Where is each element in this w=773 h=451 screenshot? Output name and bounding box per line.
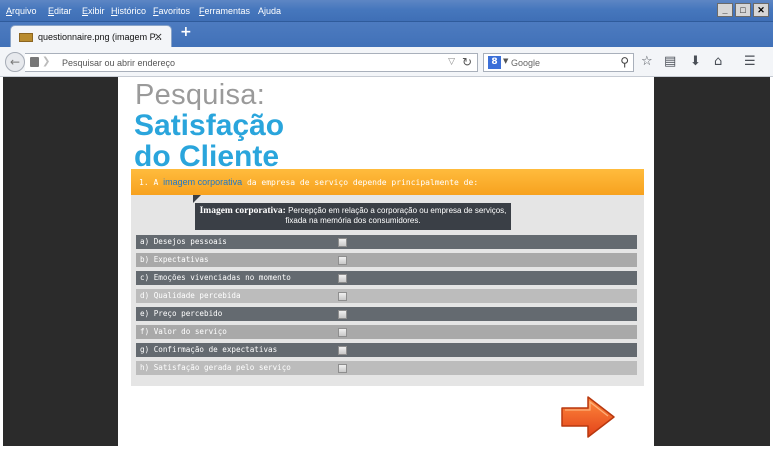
- new-tab-button[interactable]: +: [180, 24, 192, 40]
- option-label: c) Emoções vivenciadas no momento: [140, 273, 291, 282]
- option-label: d) Qualidade percebida: [140, 291, 241, 300]
- question-text: 1. A imagem corporativa da empresa de se…: [139, 177, 478, 187]
- option-checkbox[interactable]: [338, 256, 347, 265]
- option-row-g[interactable]: g) Confirmação de expectativas: [136, 343, 637, 357]
- option-row-d[interactable]: d) Qualidade percebida: [136, 289, 637, 303]
- menu-favoritos[interactable]: Favoritos: [153, 6, 190, 16]
- tab-strip: questionnaire.png (imagem P... ×: [0, 22, 773, 47]
- tab-title: questionnaire.png (imagem P...: [38, 32, 162, 42]
- menu-editar[interactable]: Editar: [48, 6, 72, 16]
- option-label: f) Valor do serviço: [140, 327, 227, 336]
- title-satisfacao: Satisfação: [134, 109, 285, 142]
- restore-button[interactable]: □: [735, 3, 751, 17]
- bookmarks-list-icon[interactable]: ▤: [664, 54, 676, 69]
- address-bar[interactable]: ❯ Pesquisar ou abrir endereço ▽ ↻: [25, 53, 478, 72]
- history-dropdown-icon[interactable]: ▽: [448, 57, 455, 67]
- option-label: b) Expectativas: [140, 255, 209, 264]
- menu-historico[interactable]: Histórico: [111, 6, 146, 16]
- option-row-a[interactable]: a) Desejos pessoais: [136, 235, 637, 249]
- address-input[interactable]: Pesquisar ou abrir endereço: [62, 58, 175, 68]
- option-checkbox[interactable]: [338, 310, 347, 319]
- option-label: a) Desejos pessoais: [140, 237, 227, 246]
- option-row-h[interactable]: h) Satisfação gerada pelo serviço: [136, 361, 637, 375]
- option-label: e) Preço percebido: [140, 309, 223, 318]
- menu-bar: Arquivo Editar Exibir Histórico Favorito…: [0, 0, 773, 22]
- option-row-f[interactable]: f) Valor do serviço: [136, 325, 637, 339]
- downloads-icon[interactable]: ⬇: [690, 54, 701, 69]
- search-input[interactable]: Google: [511, 58, 540, 68]
- minimize-button[interactable]: _: [717, 3, 733, 17]
- search-icon[interactable]: ⚲: [620, 55, 629, 69]
- site-identity-icon[interactable]: [30, 57, 39, 67]
- tooltip-definition-line1: Percepção em relação a corporação ou emp…: [285, 206, 507, 215]
- image-file-icon: [19, 33, 33, 42]
- tooltip-term: Imagem corporativa:: [199, 206, 286, 216]
- tab-questionnaire[interactable]: questionnaire.png (imagem P... ×: [10, 25, 172, 47]
- bookmark-star-icon[interactable]: ☆: [641, 54, 653, 69]
- engine-dropdown-icon[interactable]: ▼: [503, 57, 508, 65]
- page-viewport: Pesquisa: Satisfação do Cliente 1. A ima…: [3, 77, 770, 446]
- option-row-b[interactable]: b) Expectativas: [136, 253, 637, 267]
- menu-ferramentas[interactable]: Ferramentas: [199, 6, 250, 16]
- close-window-button[interactable]: ✕: [753, 3, 769, 17]
- question-number: 1. A: [139, 178, 164, 187]
- identity-arrow-icon: ❯: [42, 56, 51, 67]
- definition-tooltip: Imagem corporativa: Percepção em relação…: [195, 203, 511, 230]
- option-checkbox[interactable]: [338, 274, 347, 283]
- option-label: h) Satisfação gerada pelo serviço: [140, 363, 291, 372]
- search-engine-icon[interactable]: 8: [488, 56, 501, 69]
- option-checkbox[interactable]: [338, 328, 347, 337]
- option-label: g) Confirmação de expectativas: [140, 345, 278, 354]
- home-icon[interactable]: ⌂: [714, 54, 722, 69]
- tooltip-definition-line2: fixada na memória dos consumidores.: [285, 216, 421, 225]
- navigation-bar: ← ❯ Pesquisar ou abrir endereço ▽ ↻ 8 ▼ …: [0, 47, 773, 77]
- title-pesquisa: Pesquisa:: [135, 79, 266, 111]
- option-row-c[interactable]: c) Emoções vivenciadas no momento: [136, 271, 637, 285]
- questionnaire-page: Pesquisa: Satisfação do Cliente 1. A ima…: [118, 77, 654, 446]
- option-checkbox[interactable]: [338, 292, 347, 301]
- next-arrow-icon[interactable]: [560, 395, 616, 439]
- option-checkbox[interactable]: [338, 346, 347, 355]
- back-button[interactable]: ←: [5, 52, 25, 72]
- question-rest: da empresa de serviço depende principalm…: [242, 178, 479, 187]
- tooltip-pointer: [193, 195, 201, 203]
- menu-icon[interactable]: ☰: [744, 54, 756, 69]
- option-checkbox[interactable]: [338, 364, 347, 373]
- menu-exibir[interactable]: Exibir: [82, 6, 105, 16]
- reload-icon[interactable]: ↻: [462, 55, 472, 69]
- options-panel: Imagem corporativa: Percepção em relação…: [131, 195, 644, 386]
- question-term-link[interactable]: imagem corporativa: [163, 177, 242, 187]
- option-checkbox[interactable]: [338, 238, 347, 247]
- question-bar: 1. A imagem corporativa da empresa de se…: [131, 169, 644, 195]
- option-row-e[interactable]: e) Preço percebido: [136, 307, 637, 321]
- search-bar[interactable]: 8 ▼ Google ⚲: [483, 53, 634, 72]
- menu-arquivo[interactable]: Arquivo: [6, 6, 37, 16]
- window-controls: _ □ ✕: [717, 3, 769, 17]
- tab-close-icon[interactable]: ×: [154, 30, 163, 43]
- menu-ajuda[interactable]: Ajuda: [258, 6, 281, 16]
